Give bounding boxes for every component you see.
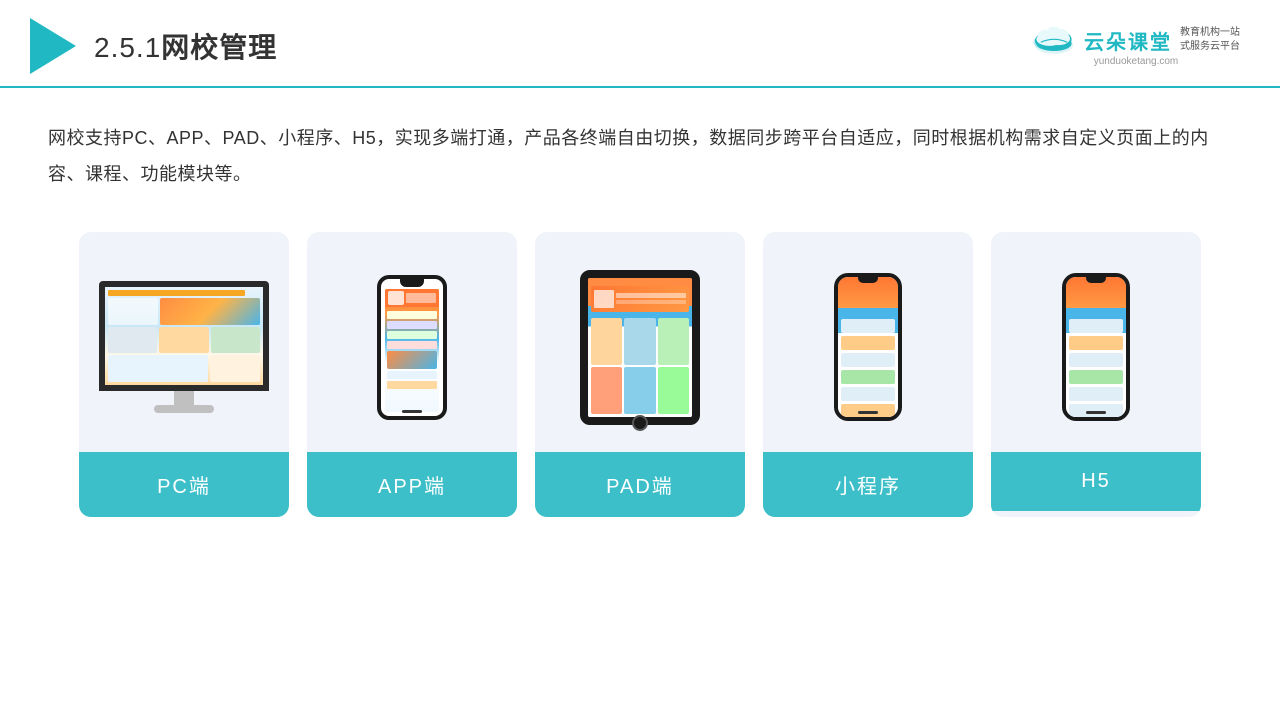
brand-logo: 云朵课堂 教育机构一站 式服务云平台 yunduoketang.com [1032, 25, 1240, 67]
logo-triangle-icon [30, 18, 76, 74]
brand-tagline-line1: 教育机构一站 [1180, 26, 1240, 40]
cloud-icon [1032, 25, 1076, 55]
app-image-area [307, 232, 517, 452]
brand-url: yunduoketang.com [1094, 56, 1179, 67]
pad-image-area [535, 232, 745, 452]
miniprogram-phone-icon [834, 273, 902, 421]
brand-top-row: 云朵课堂 教育机构一站 式服务云平台 [1032, 25, 1240, 55]
card-pc: PC端 [79, 232, 289, 517]
description-text: 网校支持PC、APP、PAD、小程序、H5，实现多端打通，产品各终端自由切换，数… [0, 88, 1280, 212]
pc-label: PC端 [79, 452, 289, 517]
cards-container: PC端 [0, 212, 1280, 547]
pad-label: PAD端 [535, 452, 745, 517]
app-label: APP端 [307, 452, 517, 517]
page-header: 2.5.1网校管理 云朵课堂 教育机构一站 式服务云平台 [0, 0, 1280, 88]
pc-image-area [79, 232, 289, 452]
pc-monitor-icon [99, 281, 269, 413]
card-miniprogram: 小程序 [763, 232, 973, 517]
h5-label: H5 [991, 452, 1201, 511]
brand-tagline-line2: 式服务云平台 [1180, 40, 1240, 54]
card-pad: PAD端 [535, 232, 745, 517]
card-h5: H5 [991, 232, 1201, 517]
h5-phone-icon [1062, 273, 1130, 421]
miniprogram-image-area [763, 232, 973, 452]
miniprogram-label: 小程序 [763, 452, 973, 517]
app-phone-icon [377, 275, 447, 420]
pad-tablet-icon [580, 270, 700, 425]
page-title: 2.5.1网校管理 [94, 26, 277, 66]
brand-name: 云朵课堂 [1084, 26, 1172, 55]
h5-image-area [991, 232, 1201, 452]
card-app: APP端 [307, 232, 517, 517]
